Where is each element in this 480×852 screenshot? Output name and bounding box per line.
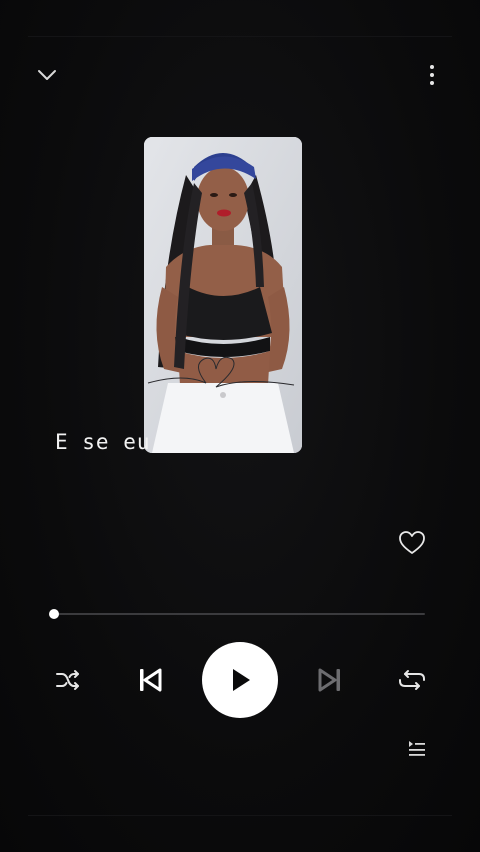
repeat-icon bbox=[399, 670, 425, 690]
shuffle-icon bbox=[56, 670, 79, 690]
shuffle-button[interactable] bbox=[52, 664, 84, 696]
queue-icon bbox=[409, 741, 425, 756]
chevron-down-icon bbox=[38, 70, 56, 80]
skip-next-icon bbox=[318, 668, 340, 692]
seek-track bbox=[54, 613, 425, 615]
collapse-button[interactable] bbox=[30, 60, 64, 90]
frame-top-divider bbox=[28, 36, 452, 37]
seek-thumb[interactable] bbox=[49, 609, 59, 619]
player-screen: E se eu bbox=[0, 0, 480, 852]
artwork-photo bbox=[144, 137, 302, 453]
album-artwork bbox=[144, 137, 302, 453]
more-options-button[interactable] bbox=[418, 60, 446, 90]
like-button[interactable] bbox=[396, 527, 428, 559]
seek-bar[interactable] bbox=[49, 609, 425, 619]
repeat-button[interactable] bbox=[395, 664, 429, 696]
play-icon bbox=[233, 669, 250, 691]
skip-previous-icon bbox=[140, 668, 162, 692]
frame-bottom-divider bbox=[28, 815, 452, 816]
more-vertical-icon bbox=[430, 65, 434, 85]
next-button[interactable] bbox=[314, 663, 346, 697]
heart-outline-icon bbox=[399, 531, 425, 554]
lyric-line: E se eu bbox=[55, 430, 151, 454]
play-button[interactable] bbox=[202, 642, 278, 718]
queue-button[interactable] bbox=[404, 738, 428, 760]
previous-button[interactable] bbox=[134, 663, 166, 697]
